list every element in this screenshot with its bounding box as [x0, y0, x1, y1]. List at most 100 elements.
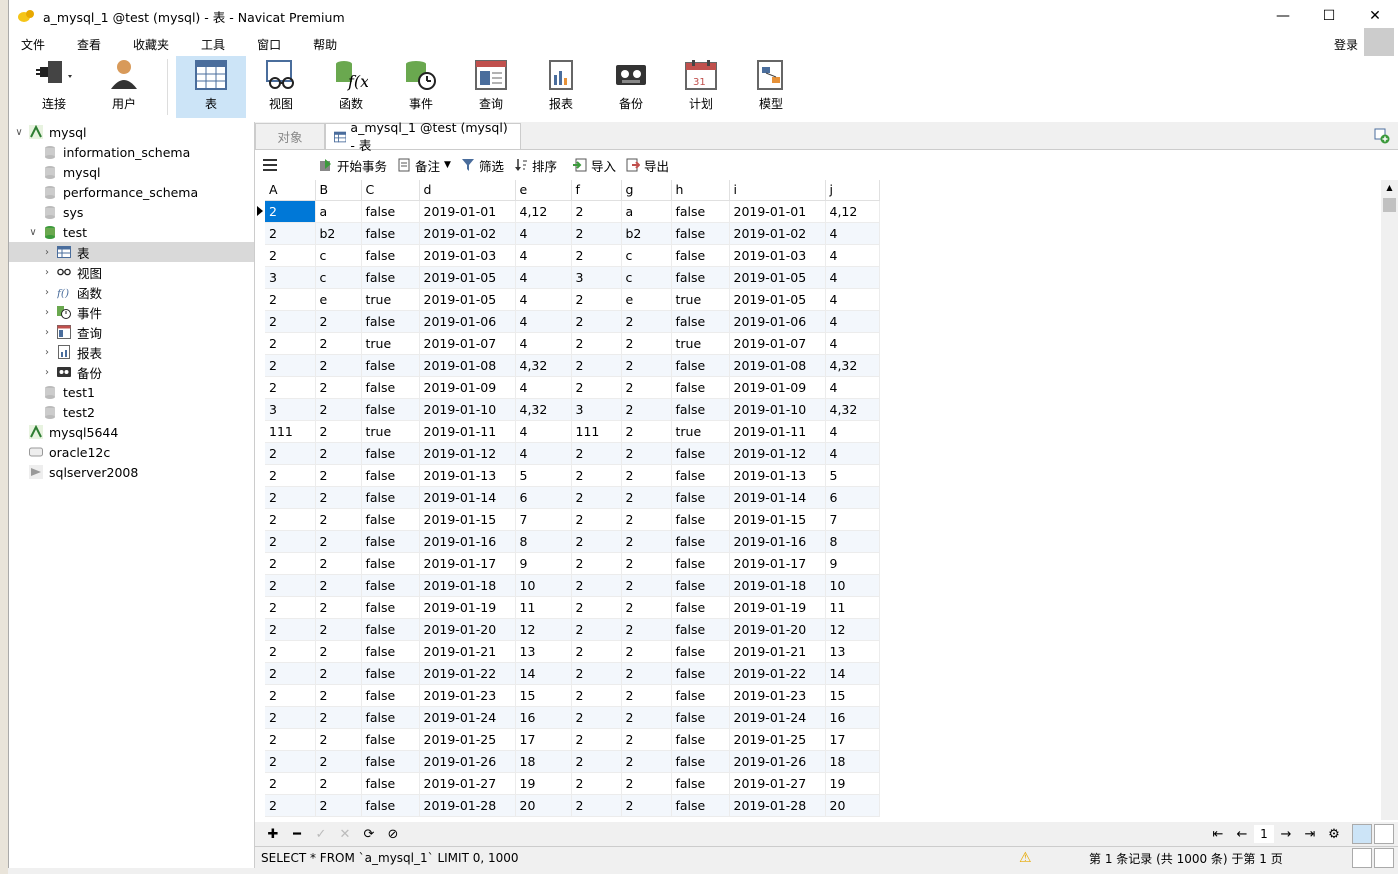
table-cell[interactable]: 2019-01-22: [419, 662, 516, 685]
table-cell[interactable]: false: [671, 574, 730, 597]
table-cell[interactable]: 4,32: [825, 398, 880, 421]
menu-window[interactable]: 窗口: [251, 36, 287, 53]
table-cell[interactable]: 4: [825, 288, 880, 311]
menu-view[interactable]: 查看: [71, 36, 107, 53]
chevron-right-icon[interactable]: ›: [41, 247, 53, 258]
toolbar-view-button[interactable]: 视图: [246, 56, 316, 118]
table-cell[interactable]: false: [671, 640, 730, 663]
begin-transaction-button[interactable]: 开始事务: [319, 156, 387, 175]
avatar[interactable]: [1364, 28, 1394, 58]
table-cell[interactable]: 2019-01-24: [419, 706, 516, 729]
table-cell[interactable]: 2019-01-22: [729, 662, 826, 685]
table-cell[interactable]: 2: [265, 618, 316, 641]
table-cell[interactable]: 4,32: [515, 354, 572, 377]
table-cell[interactable]: 2019-01-25: [419, 728, 516, 751]
table-row[interactable]: 2 2 true 2019-01-07 4 2 2 true 2019-01-07 4: [265, 332, 880, 355]
table-cell[interactable]: 5: [825, 464, 880, 487]
table-cell[interactable]: false: [671, 596, 730, 619]
table-cell[interactable]: 2019-01-20: [419, 618, 516, 641]
table-cell[interactable]: 2: [571, 772, 622, 795]
tree-item-[interactable]: › f() 函数: [9, 282, 254, 302]
table-cell[interactable]: 4: [515, 266, 572, 289]
table-cell[interactable]: 20: [515, 794, 572, 817]
table-cell[interactable]: 2: [571, 376, 622, 399]
table-cell[interactable]: 2019-01-17: [729, 552, 826, 575]
table-cell[interactable]: 2: [571, 222, 622, 245]
toolbar-query-button[interactable]: 查询: [456, 56, 526, 118]
table-row[interactable]: 2 a false 2019-01-01 4,12 2 a false 2019-01-01 4,…: [265, 200, 880, 223]
table-cell[interactable]: 2: [621, 398, 672, 421]
table-cell[interactable]: 2019-01-27: [729, 772, 826, 795]
table-cell[interactable]: 15: [825, 684, 880, 707]
table-row[interactable]: 2 2 false 2019-01-18 10 2 2 false 2019-01-18 10: [265, 574, 880, 597]
table-cell[interactable]: 2: [571, 794, 622, 817]
tree-item-informationschema[interactable]: information_schema: [9, 142, 254, 162]
table-cell[interactable]: 2019-01-27: [419, 772, 516, 795]
table-cell[interactable]: 12: [515, 618, 572, 641]
table-cell[interactable]: 2019-01-20: [729, 618, 826, 641]
table-cell[interactable]: 2: [621, 574, 672, 597]
table-cell[interactable]: 10: [515, 574, 572, 597]
table-cell[interactable]: 2019-01-18: [729, 574, 826, 597]
table-cell[interactable]: 2: [315, 574, 362, 597]
toolbar-table-button[interactable]: 表: [176, 56, 246, 118]
table-row[interactable]: 2 2 false 2019-01-25 17 2 2 false 2019-01-25 17: [265, 728, 880, 751]
table-cell[interactable]: 9: [825, 552, 880, 575]
table-cell[interactable]: 2019-01-23: [419, 684, 516, 707]
table-cell[interactable]: false: [361, 508, 420, 531]
table-cell[interactable]: false: [361, 530, 420, 553]
column-header[interactable]: j: [825, 180, 880, 201]
table-cell[interactable]: 2: [265, 772, 316, 795]
table-cell[interactable]: 2: [315, 376, 362, 399]
table-cell[interactable]: true: [671, 420, 730, 443]
table-cell[interactable]: 2019-01-21: [419, 640, 516, 663]
table-cell[interactable]: 2019-01-16: [729, 530, 826, 553]
chevron-right-icon[interactable]: ›: [41, 287, 53, 298]
table-cell[interactable]: 13: [515, 640, 572, 663]
chevron-down-icon[interactable]: ∨: [27, 227, 39, 238]
table-row[interactable]: 2 2 false 2019-01-20 12 2 2 false 2019-01-20 12: [265, 618, 880, 641]
tab-table-data[interactable]: a_mysql_1 @test (mysql) - 表: [325, 120, 521, 153]
table-cell[interactable]: 111: [265, 420, 316, 443]
table-cell[interactable]: 111: [571, 420, 622, 443]
table-cell[interactable]: 2: [621, 420, 672, 443]
table-cell[interactable]: false: [361, 376, 420, 399]
table-cell[interactable]: 2: [571, 684, 622, 707]
table-row[interactable]: 2 2 false 2019-01-12 4 2 2 false 2019-01-12 4: [265, 442, 880, 465]
table-cell[interactable]: 2: [265, 464, 316, 487]
table-cell[interactable]: 2: [571, 200, 622, 223]
tree-item-test[interactable]: ∨ test: [9, 222, 254, 242]
page-number-input[interactable]: 1: [1254, 825, 1274, 843]
table-cell[interactable]: 2019-01-14: [419, 486, 516, 509]
table-cell[interactable]: 2: [265, 640, 316, 663]
table-row[interactable]: 2 2 false 2019-01-14 6 2 2 false 2019-01-14 6: [265, 486, 880, 509]
table-row[interactable]: 2 2 false 2019-01-06 4 2 2 false 2019-01-06 4: [265, 310, 880, 333]
tree-item-sys[interactable]: sys: [9, 202, 254, 222]
table-cell[interactable]: 2: [621, 310, 672, 333]
table-cell[interactable]: false: [361, 596, 420, 619]
table-cell[interactable]: 2019-01-21: [729, 640, 826, 663]
table-cell[interactable]: 2019-01-07: [729, 332, 826, 355]
table-cell[interactable]: 17: [825, 728, 880, 751]
menu-file[interactable]: 文件: [15, 36, 51, 53]
table-cell[interactable]: 2: [265, 442, 316, 465]
table-cell[interactable]: 2: [621, 750, 672, 773]
table-cell[interactable]: a: [621, 200, 672, 223]
table-cell[interactable]: 2: [571, 354, 622, 377]
table-cell[interactable]: 2019-01-13: [729, 464, 826, 487]
scrollbar-thumb[interactable]: [1383, 198, 1396, 212]
toolbar-user-button[interactable]: 用户: [89, 56, 159, 118]
form-view-button[interactable]: [1374, 824, 1394, 844]
refresh-button[interactable]: ⟳: [357, 827, 381, 842]
minimize-button[interactable]: —: [1260, 0, 1306, 32]
tree-item-[interactable]: › 查询: [9, 322, 254, 342]
sort-button[interactable]: 排序: [514, 156, 557, 175]
table-cell[interactable]: false: [671, 684, 730, 707]
table-cell[interactable]: 19: [515, 772, 572, 795]
table-cell[interactable]: 2019-01-25: [729, 728, 826, 751]
table-cell[interactable]: 4: [515, 420, 572, 443]
table-cell[interactable]: 2019-01-15: [419, 508, 516, 531]
table-cell[interactable]: 2019-01-12: [729, 442, 826, 465]
gear-icon[interactable]: ⚙: [1322, 827, 1346, 842]
table-row[interactable]: 3 2 false 2019-01-10 4,32 3 2 false 2019-01-10 4,…: [265, 398, 880, 421]
